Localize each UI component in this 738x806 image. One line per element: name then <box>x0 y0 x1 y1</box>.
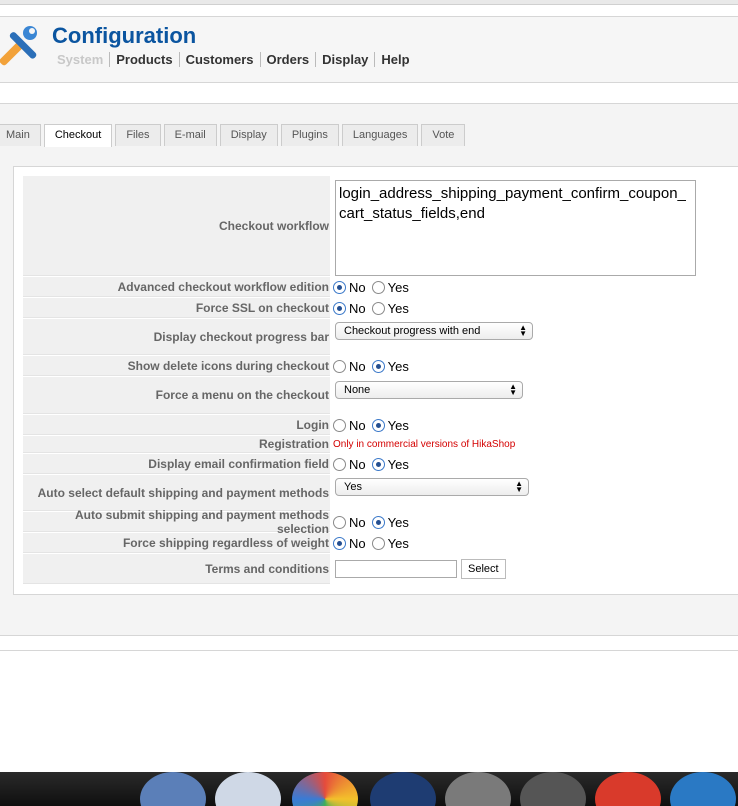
force-ssl-no-radio[interactable]: No <box>333 301 366 316</box>
menu-help[interactable]: Help <box>374 52 415 67</box>
delete-icons-yes-radio[interactable]: Yes <box>371 359 409 374</box>
login-yes-radio[interactable]: Yes <box>371 418 409 433</box>
terms-label: Terms and conditions <box>23 554 330 584</box>
tab-checkout[interactable]: Checkout <box>43 124 113 147</box>
config-tabs: Main Checkout Files E-mail Display Plugi… <box>0 124 468 147</box>
app-icon[interactable] <box>140 772 206 806</box>
footer-band <box>0 636 738 651</box>
tab-main[interactable]: Main <box>0 124 41 146</box>
progress-bar-select[interactable]: Checkout progress with end ▲ ▼ <box>335 322 533 340</box>
menu-products[interactable]: Products <box>109 52 178 67</box>
os-dock <box>0 772 738 806</box>
menu-customers[interactable]: Customers <box>178 52 260 67</box>
tab-email[interactable]: E-mail <box>163 124 217 146</box>
row-advanced-workflow: Advanced checkout workflow edition No Ye… <box>23 277 738 297</box>
delete-icons-no-radio[interactable]: No <box>333 359 366 374</box>
progress-bar-label: Display checkout progress bar <box>23 319 330 355</box>
delete-icons-label: Show delete icons during checkout <box>23 356 330 376</box>
advanced-workflow-label: Advanced checkout workflow edition <box>23 277 330 297</box>
itunes-icon[interactable] <box>445 772 511 806</box>
header-bar: Configuration System Products Customers … <box>0 16 738 83</box>
email-confirmation-no-radio[interactable]: No <box>333 457 366 472</box>
page-title: Configuration <box>52 23 197 48</box>
chrome-icon[interactable] <box>595 772 661 806</box>
auto-select-label: Auto select default shipping and payment… <box>23 475 330 511</box>
terminal-icon[interactable] <box>520 772 586 806</box>
force-shipping-no-radio[interactable]: No <box>333 536 366 551</box>
advanced-workflow-no-radio[interactable]: No <box>333 280 366 295</box>
row-checkout-workflow: Checkout workflow login_address_shipping… <box>23 176 738 276</box>
menu-orders[interactable]: Orders <box>259 52 316 67</box>
row-email-confirmation: Display email confirmation field No Yes <box>23 454 738 474</box>
tab-files[interactable]: Files <box>115 124 161 146</box>
auto-submit-no-radio[interactable]: No <box>333 515 366 530</box>
row-progress-bar: Display checkout progress bar Checkout p… <box>23 319 738 355</box>
row-auto-submit: Auto submit shipping and payment methods… <box>23 508 738 536</box>
login-no-radio[interactable]: No <box>333 418 366 433</box>
tools-icon <box>0 26 37 66</box>
browser-top-strip <box>0 0 738 5</box>
select-arrows-icon: ▲ ▼ <box>509 382 517 397</box>
force-ssl-label: Force SSL on checkout <box>23 298 330 318</box>
tab-languages[interactable]: Languages <box>341 124 419 146</box>
force-shipping-label: Force shipping regardless of weight <box>23 533 330 553</box>
checkout-workflow-label: Checkout workflow <box>23 176 330 276</box>
row-login: Login No Yes <box>23 415 738 435</box>
toolbar-band <box>0 88 738 104</box>
safari-icon[interactable] <box>215 772 281 806</box>
registration-note: Only in commercial versions of HikaShop <box>333 439 516 450</box>
terms-input[interactable] <box>335 560 457 578</box>
email-confirmation-label: Display email confirmation field <box>23 454 330 474</box>
row-force-shipping: Force shipping regardless of weight No Y… <box>23 533 738 553</box>
top-menu: System Products Customers Orders Display… <box>52 52 416 67</box>
force-ssl-yes-radio[interactable]: Yes <box>371 301 409 316</box>
select-arrows-icon: ▲ ▼ <box>519 323 527 338</box>
select-arrows-icon: ▲ ▼ <box>515 479 523 494</box>
registration-label: Registration <box>23 436 330 453</box>
row-registration: Registration Only in commercial versions… <box>23 436 738 453</box>
force-menu-label: Force a menu on the checkout <box>23 377 330 414</box>
row-auto-select: Auto select default shipping and payment… <box>23 475 738 511</box>
auto-submit-label: Auto submit shipping and payment methods… <box>23 508 330 536</box>
row-terms: Terms and conditions Select <box>23 554 738 584</box>
login-label: Login <box>23 415 330 435</box>
app-store-icon[interactable] <box>370 772 436 806</box>
auto-submit-yes-radio[interactable]: Yes <box>371 515 409 530</box>
browser-icon[interactable] <box>670 772 736 806</box>
email-confirmation-yes-radio[interactable]: Yes <box>371 457 409 472</box>
force-menu-select[interactable]: None ▲ ▼ <box>335 381 523 399</box>
auto-select-select[interactable]: Yes ▲ ▼ <box>335 478 529 496</box>
photo-icon[interactable] <box>292 772 358 806</box>
row-delete-icons: Show delete icons during checkout No Yes <box>23 356 738 376</box>
menu-system[interactable]: System <box>52 52 109 67</box>
checkout-workflow-textarea[interactable]: login_address_shipping_payment_confirm_c… <box>335 180 696 276</box>
row-force-menu: Force a menu on the checkout None ▲ ▼ <box>23 377 738 414</box>
menu-display[interactable]: Display <box>315 52 374 67</box>
advanced-workflow-yes-radio[interactable]: Yes <box>371 280 409 295</box>
tab-display[interactable]: Display <box>219 124 278 146</box>
row-force-ssl: Force SSL on checkout No Yes <box>23 298 738 318</box>
terms-select-button[interactable]: Select <box>461 559 506 579</box>
force-shipping-yes-radio[interactable]: Yes <box>371 536 409 551</box>
tab-vote[interactable]: Vote <box>421 124 466 146</box>
tab-plugins[interactable]: Plugins <box>280 124 339 146</box>
